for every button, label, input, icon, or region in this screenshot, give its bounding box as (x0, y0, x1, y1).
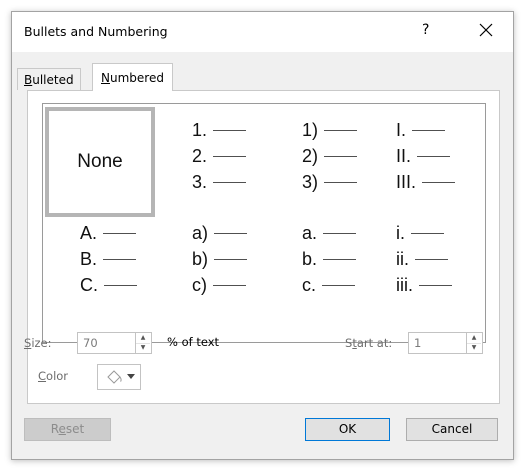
list-item: c) (192, 275, 246, 301)
color-label: Color (38, 369, 69, 383)
bullets-numbering-dialog: Bullets and Numbering ? Bulleted Numbere… (11, 11, 514, 460)
list-item: 2) (302, 146, 358, 172)
list-item: 2. (192, 146, 247, 172)
none-label: None (77, 151, 123, 172)
list-item: b) (192, 249, 248, 275)
list-item: 3. (192, 172, 247, 198)
chevron-down-icon (127, 374, 135, 379)
size-suffix: % of text (167, 335, 220, 349)
tab-bulleted[interactable]: Bulleted (17, 68, 81, 90)
tab-numbered[interactable]: Numbered (92, 63, 173, 91)
gallery-option-alpha-lower-paren[interactable]: a) b) c) (179, 219, 289, 329)
gallery-option-roman-lower[interactable]: i. ii. iii. (383, 219, 493, 329)
dialog-title: Bullets and Numbering (24, 24, 168, 39)
list-item: a. (302, 223, 357, 249)
size-spinner[interactable]: 70 ▲ ▼ (77, 332, 152, 354)
tab-numbered-mnemonic: N (101, 71, 110, 85)
gallery-option-arabic-period[interactable]: 1. 2. 3. (179, 107, 289, 217)
list-item: a) (192, 223, 248, 249)
size-label: Size: (24, 336, 52, 350)
list-item: I. (396, 120, 446, 146)
color-picker-button[interactable] (97, 364, 141, 390)
size-spin-arrows[interactable]: ▲ ▼ (135, 333, 151, 353)
numbering-gallery: None 1. 2. 3. 1) 2) 3) I. II. III. A. B. (42, 103, 486, 343)
list-item: i. (396, 223, 444, 249)
list-item: III. (396, 172, 456, 198)
list-item: 1) (302, 120, 358, 146)
cancel-button[interactable]: Cancel (406, 418, 498, 441)
start-at-value: 1 (414, 336, 422, 350)
ok-button[interactable]: OK (305, 418, 390, 441)
start-at-label: Start at: (345, 336, 393, 350)
list-item: b. (302, 249, 357, 275)
numbered-tab-panel: None 1. 2. 3. 1) 2) 3) I. II. III. A. B. (27, 90, 500, 404)
tab-numbered-label: umbered (109, 71, 164, 85)
list-item: 3) (302, 172, 358, 198)
list-item: A. (80, 223, 137, 249)
tab-bulleted-label: ulleted (32, 73, 74, 87)
paint-bucket-icon (107, 370, 122, 384)
title-bar: Bullets and Numbering ? (12, 12, 513, 52)
close-button[interactable] (475, 20, 497, 40)
gallery-option-roman-upper[interactable]: I. II. III. (383, 107, 493, 217)
spin-down-icon[interactable]: ▼ (467, 343, 481, 353)
list-item: C. (80, 275, 137, 301)
start-at-spin-arrows[interactable]: ▲ ▼ (466, 333, 482, 353)
list-item: iii. (396, 275, 452, 301)
list-item: 1. (192, 120, 247, 146)
list-item: II. (396, 146, 451, 172)
start-at-spinner[interactable]: 1 ▲ ▼ (408, 332, 483, 354)
size-value: 70 (83, 336, 98, 350)
tab-bulleted-mnemonic: B (24, 73, 33, 87)
gallery-option-alpha-upper[interactable]: A. B. C. (67, 219, 177, 329)
list-item: c. (302, 275, 356, 301)
reset-button[interactable]: Reset (24, 418, 111, 441)
help-button[interactable]: ? (422, 22, 429, 38)
list-item: ii. (396, 249, 448, 275)
close-icon (479, 23, 493, 37)
gallery-option-none[interactable]: None (45, 107, 155, 217)
list-item: B. (80, 249, 137, 275)
spin-down-icon[interactable]: ▼ (136, 343, 150, 353)
